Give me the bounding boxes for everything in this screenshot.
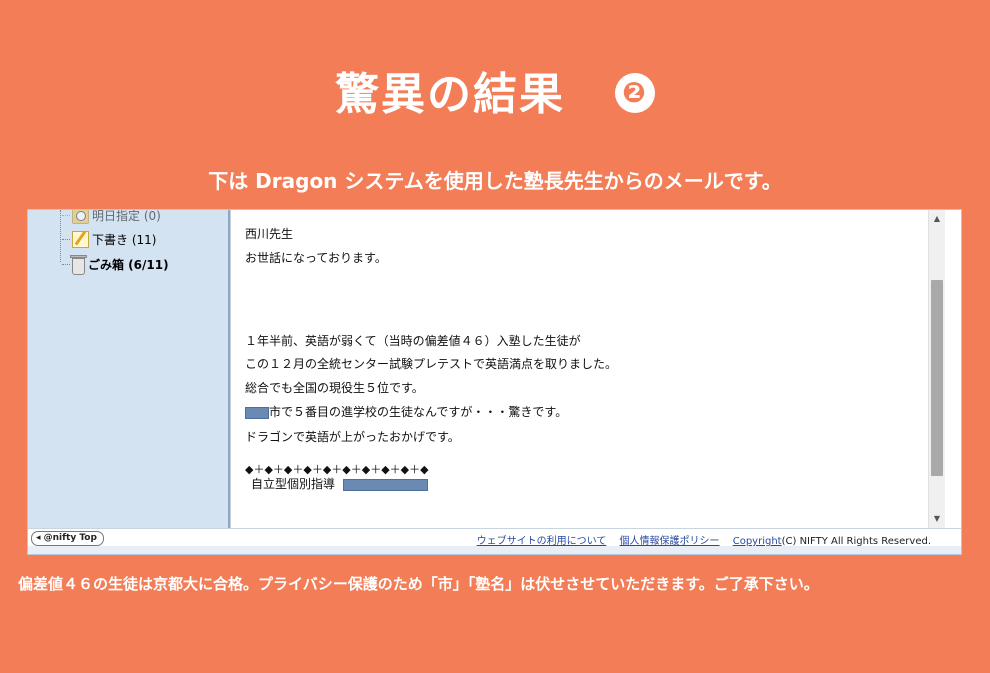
mail-window: 明日指定 (0) 下書き (11) ごみ箱 (6/11) 西川先生 お世話になっ… bbox=[27, 209, 962, 555]
footer-links: ウェブサイトの利用について 個人情報保護ポリシー Copyright(C) NI… bbox=[467, 532, 931, 547]
sidebar-item-trash[interactable]: ごみ箱 (6/11) bbox=[62, 255, 169, 275]
sidebar-item-label: ごみ箱 (6/11) bbox=[88, 258, 169, 272]
mail-signature-text: 自立型個別指導 bbox=[251, 477, 336, 491]
mail-intro: お世話になっております。 bbox=[245, 251, 387, 265]
scroll-up-icon[interactable]: ▲ bbox=[929, 212, 945, 226]
mail-line-4-text: 市で５番目の進学校の生徒なんですが・・・驚きです。 bbox=[269, 405, 568, 419]
clock-folder-icon bbox=[72, 210, 89, 224]
mail-signature: 自立型個別指導 bbox=[251, 475, 429, 492]
page-title-text: 驚異の結果 bbox=[335, 69, 565, 120]
scroll-down-icon[interactable]: ▼ bbox=[929, 512, 945, 526]
nifty-top-button[interactable]: ◂ @nifty Top bbox=[31, 531, 104, 546]
mail-line-1: １年半前、英語が弱くて（当時の偏差値４６）入塾した生徒が bbox=[245, 334, 581, 348]
mail-footer: ◂ @nifty Top ウェブサイトの利用について 個人情報保護ポリシー Co… bbox=[28, 528, 961, 547]
page-subtitle: 下は Dragon システムを使用した塾長先生からのメールです。 bbox=[208, 169, 782, 193]
tree-line bbox=[60, 210, 61, 262]
sidebar-item-label: 下書き (11) bbox=[92, 233, 157, 247]
draft-icon bbox=[72, 231, 89, 248]
mail-body: 西川先生 お世話になっております。 １年半前、英語が弱くて（当時の偏差値４６）入… bbox=[230, 210, 945, 528]
masked-school-name bbox=[343, 478, 429, 491]
mail-greeting: 西川先生 bbox=[245, 227, 294, 241]
folder-sidebar: 明日指定 (0) 下書き (11) ごみ箱 (6/11) bbox=[28, 210, 230, 528]
mail-line-3: 総合でも全国の現役生５位です。 bbox=[245, 381, 424, 395]
bottom-caption: 偏差値４６の生徒は京都大に合格。プライバシー保護のため「市」「塾名」は伏せさせて… bbox=[18, 575, 819, 593]
mail-line-2: この１２月の全統センター試験プレテストで英語満点を取りました。 bbox=[245, 357, 618, 371]
sidebar-item-label: 明日指定 (0) bbox=[92, 209, 161, 223]
step-number-badge: ❷ bbox=[615, 73, 655, 113]
mail-line-4: 市で５番目の進学校の生徒なんですが・・・驚きです。 bbox=[245, 403, 567, 420]
sidebar-item-drafts[interactable]: 下書き (11) bbox=[62, 231, 156, 248]
vertical-scrollbar[interactable]: ▲ ▼ bbox=[928, 210, 945, 528]
mail-line-5: ドラゴンで英語が上がったおかげです。 bbox=[245, 430, 460, 444]
masked-city bbox=[245, 406, 269, 419]
trash-icon bbox=[70, 255, 87, 275]
scroll-thumb[interactable] bbox=[931, 280, 943, 476]
window-bottom-strip bbox=[28, 546, 961, 554]
page-title: 驚異の結果 ❷ bbox=[0, 58, 990, 122]
sidebar-item-scheduled[interactable]: 明日指定 (0) bbox=[62, 209, 161, 224]
